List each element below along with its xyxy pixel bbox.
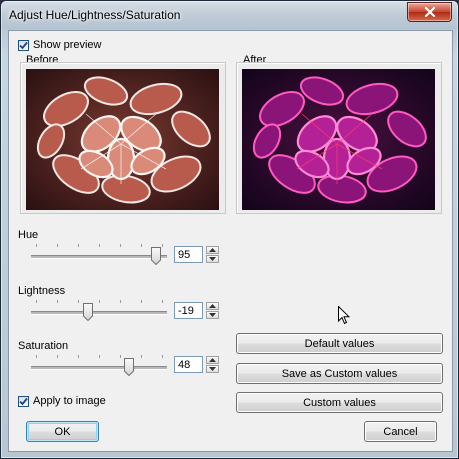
hue-slider-tick	[78, 244, 79, 247]
saturation-slider-track[interactable]	[31, 366, 167, 370]
hue-slider-tick	[162, 244, 163, 247]
after-preview-frame	[236, 62, 442, 214]
saturation-slider-tick	[99, 355, 100, 358]
ok-button[interactable]: OK	[26, 421, 99, 442]
lightness-slider-tick	[78, 300, 79, 303]
lightness-slider-tick	[57, 300, 58, 303]
custom-values-button[interactable]: Custom values	[236, 392, 443, 413]
arrow-down-icon	[209, 313, 216, 317]
title-bar[interactable]: Adjust Hue/Lightness/Saturation	[1, 1, 458, 29]
arrow-up-icon	[209, 358, 216, 362]
saturation-value-input[interactable]: 48	[174, 356, 203, 373]
hue-slider-tick	[36, 244, 37, 247]
lightness-down-button[interactable]	[206, 311, 219, 319]
hue-down-button[interactable]	[206, 255, 219, 263]
arrow-down-icon	[209, 257, 216, 261]
hue-slider-tick	[99, 244, 100, 247]
close-x-icon	[424, 7, 435, 17]
arrow-up-icon	[209, 248, 216, 252]
saturation-slider-tick	[120, 355, 121, 358]
window-title: Adjust Hue/Lightness/Saturation	[9, 8, 181, 22]
saturation-slider-tick	[162, 355, 163, 358]
lightness-slider-track[interactable]	[31, 311, 167, 315]
after-preview-image	[242, 69, 435, 210]
before-preview-frame	[20, 62, 226, 214]
saturation-slider-thumb[interactable]	[124, 358, 134, 376]
lightness-slider-tick	[120, 300, 121, 303]
arrow-up-icon	[209, 304, 216, 308]
lightness-slider-tick	[36, 300, 37, 303]
lightness-slider-tick	[141, 300, 142, 303]
saturation-slider[interactable]	[31, 354, 167, 380]
checkmark-icon	[19, 397, 28, 406]
hue-up-button[interactable]	[206, 246, 219, 254]
before-preview-image	[26, 69, 219, 210]
saturation-spinner[interactable]	[206, 356, 219, 373]
saturation-down-button[interactable]	[206, 365, 219, 373]
hue-slider-track[interactable]	[31, 255, 167, 259]
apply-to-image-checkbox[interactable]	[18, 396, 29, 407]
lightness-slider[interactable]	[31, 299, 167, 325]
lightness-slider-tick	[162, 300, 163, 303]
lightness-spinner[interactable]	[206, 302, 219, 319]
lightness-label: Lightness	[18, 285, 66, 297]
lightness-slider-thumb[interactable]	[83, 303, 93, 321]
saturation-up-button[interactable]	[206, 356, 219, 364]
saturation-label: Saturation	[18, 340, 69, 352]
saturation-slider-tick	[141, 355, 142, 358]
hue-slider-tick	[120, 244, 121, 247]
hue-slider-tick	[57, 244, 58, 247]
hue-slider-thumb[interactable]	[151, 247, 161, 265]
hue-spinner[interactable]	[206, 246, 219, 263]
dialog-window: Adjust Hue/Lightness/Saturation Show pre…	[0, 0, 459, 459]
checkmark-icon	[19, 41, 28, 50]
hue-label: Hue	[18, 229, 39, 241]
hue-slider-tick	[141, 244, 142, 247]
saturation-slider-tick	[57, 355, 58, 358]
arrow-down-icon	[209, 367, 216, 371]
apply-to-image-label: Apply to image	[33, 395, 106, 407]
hue-slider[interactable]	[31, 243, 167, 269]
mouse-pointer-icon	[338, 306, 350, 325]
saturation-slider-tick	[78, 355, 79, 358]
lightness-slider-tick	[99, 300, 100, 303]
close-button[interactable]	[407, 2, 452, 22]
cancel-button[interactable]: Cancel	[364, 421, 437, 442]
saturation-slider-tick	[36, 355, 37, 358]
save-custom-values-button[interactable]: Save as Custom values	[236, 363, 443, 384]
default-values-button[interactable]: Default values	[236, 333, 443, 354]
lightness-value-input[interactable]: -19	[174, 302, 203, 319]
lightness-up-button[interactable]	[206, 302, 219, 310]
show-preview-checkbox[interactable]	[18, 40, 29, 51]
show-preview-label: Show preview	[33, 39, 102, 51]
hue-value-input[interactable]: 95	[174, 246, 203, 263]
dialog-content: Show preview Before After Hue 95 Lightne…	[8, 30, 453, 452]
